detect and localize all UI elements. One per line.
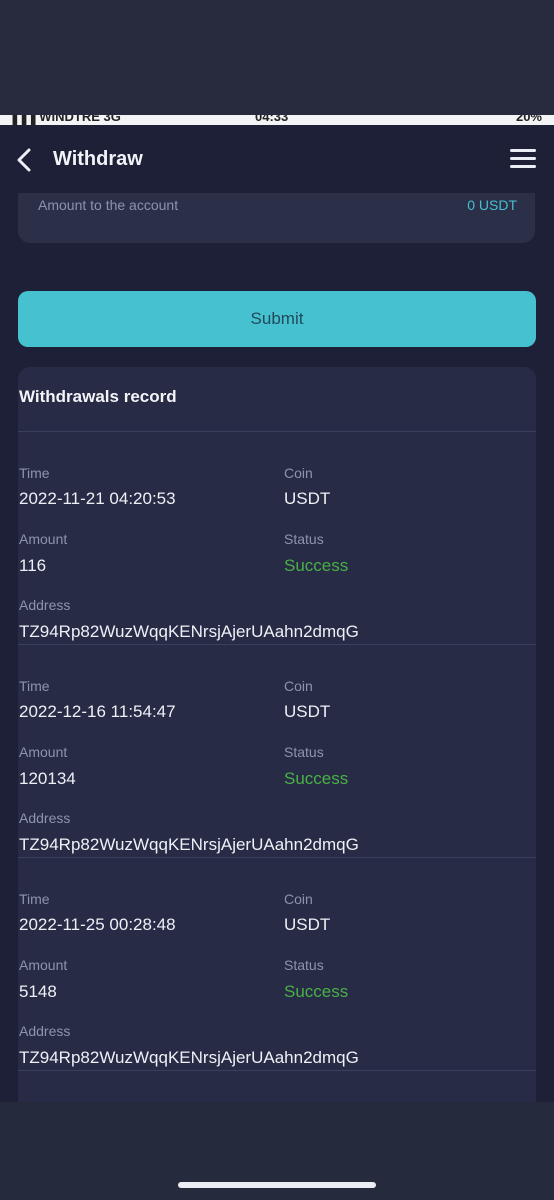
status-badge: Success bbox=[284, 769, 349, 788]
time-value: 2022-11-25 00:28:48 bbox=[19, 915, 176, 934]
record-item: Time 2022-12-16 11:54:47 Coin USDT Amoun… bbox=[18, 645, 536, 858]
carrier-label: ▐▐▐ WINDTRE 3G bbox=[8, 115, 121, 124]
coin-label: Coin bbox=[284, 465, 313, 481]
home-indicator[interactable] bbox=[178, 1182, 376, 1188]
time-value: 2022-12-16 11:54:47 bbox=[19, 702, 176, 721]
submit-button[interactable]: Submit bbox=[18, 291, 536, 347]
amount-value: 120134 bbox=[19, 769, 76, 788]
time-label: Time bbox=[19, 465, 50, 481]
withdrawals-record-panel: Withdrawals record Time 2022-11-21 04:20… bbox=[18, 367, 536, 1102]
coin-value: USDT bbox=[284, 489, 331, 508]
amount-to-account-label: Amount to the account bbox=[38, 197, 179, 213]
menu-button[interactable] bbox=[510, 149, 536, 171]
clock: 04:33 bbox=[255, 115, 289, 124]
coin-value: USDT bbox=[284, 915, 331, 934]
outer-backdrop bbox=[0, 0, 554, 115]
status-badge: Success bbox=[284, 982, 349, 1001]
amount-to-account-card: Amount to the account 0 USDT bbox=[18, 193, 535, 243]
page-title: Withdraw bbox=[53, 148, 143, 170]
time-value: 2022-11-21 04:20:53 bbox=[19, 489, 176, 508]
coin-value: USDT bbox=[284, 702, 331, 721]
amount-label: Amount bbox=[19, 531, 68, 547]
coin-label: Coin bbox=[284, 891, 313, 907]
record-item: Time 2022-11-25 00:28:48 Coin USDT Amoun… bbox=[18, 858, 536, 1071]
status-label: Status bbox=[284, 744, 324, 760]
amount-label: Amount bbox=[19, 744, 68, 760]
time-label: Time bbox=[19, 678, 50, 694]
address-label: Address bbox=[19, 597, 71, 613]
address-label: Address bbox=[19, 1023, 71, 1039]
amount-value: 5148 bbox=[19, 982, 57, 1001]
battery-level: 20% bbox=[515, 115, 542, 124]
amount-value: 116 bbox=[19, 556, 47, 575]
coin-label: Coin bbox=[284, 678, 313, 694]
record-item: Time 2022-11-21 04:20:53 Coin USDT Amoun… bbox=[18, 432, 536, 645]
address-label: Address bbox=[19, 810, 71, 826]
status-label: Status bbox=[284, 957, 324, 973]
app-header: Withdraw bbox=[0, 125, 554, 193]
status-label: Status bbox=[284, 531, 324, 547]
amount-to-account-value: 0 USDT bbox=[467, 197, 517, 213]
chevron-left-icon bbox=[17, 148, 31, 172]
address-value: TZ94Rp82WuzWqqKENrsjAjerUAahn2dmqG bbox=[19, 622, 359, 641]
divider bbox=[18, 1070, 536, 1071]
status-badge: Success bbox=[284, 556, 349, 575]
time-label: Time bbox=[19, 891, 50, 907]
amount-label: Amount bbox=[19, 957, 68, 973]
back-button[interactable] bbox=[14, 147, 36, 173]
status-bar: ▐▐▐ WINDTRE 3G 04:33 20% bbox=[0, 115, 554, 125]
phone-screen: ▐▐▐ WINDTRE 3G 04:33 20% Withdraw Amount… bbox=[0, 115, 554, 1102]
address-value: TZ94Rp82WuzWqqKENrsjAjerUAahn2dmqG bbox=[19, 835, 359, 854]
hamburger-menu-icon bbox=[510, 149, 536, 152]
withdrawals-record-title: Withdrawals record bbox=[19, 387, 177, 406]
address-value: TZ94Rp82WuzWqqKENrsjAjerUAahn2dmqG bbox=[19, 1048, 359, 1067]
